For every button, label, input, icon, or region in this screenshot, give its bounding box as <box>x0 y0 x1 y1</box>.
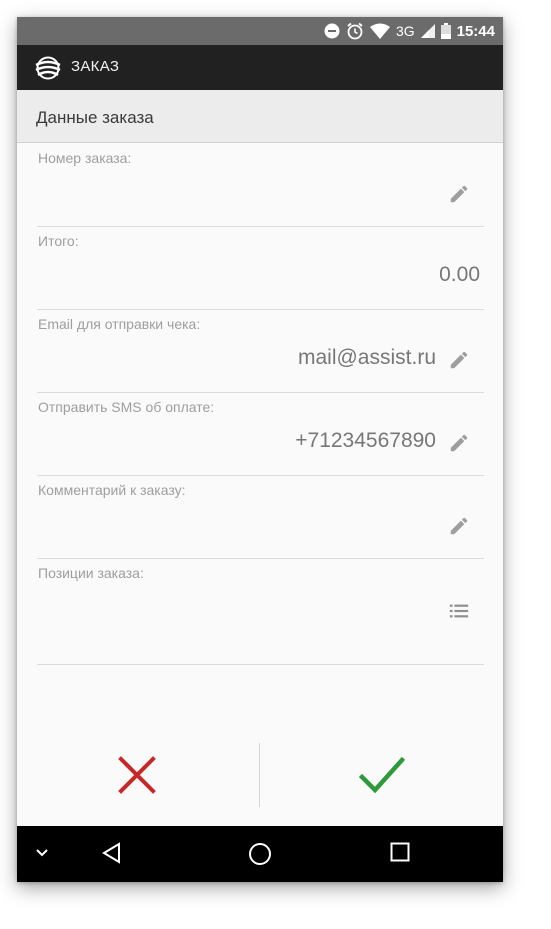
clock: 15:44 <box>456 22 495 40</box>
sms-field[interactable]: Отправить SMS об оплате: +71234567890 <box>37 392 484 476</box>
wifi-icon <box>369 23 390 39</box>
phone-screen: 3G 15:44 ЗАКАЗ Данные заказа Номер заказ… <box>17 17 503 882</box>
email-value: mail@assist.ru <box>297 346 436 369</box>
recents-icon[interactable] <box>390 842 410 862</box>
back-icon[interactable] <box>101 842 123 864</box>
chevron-down-icon[interactable] <box>35 848 49 858</box>
signal-icon <box>420 24 435 38</box>
order-number-label: Номер заказа: <box>38 150 132 166</box>
pencil-icon[interactable] <box>448 349 470 371</box>
home-icon[interactable] <box>248 842 272 866</box>
section-header: Данные заказа <box>17 90 503 143</box>
comment-label: Комментарий к заказу: <box>38 482 186 498</box>
order-number-field[interactable]: Номер заказа: <box>37 143 484 227</box>
status-bar: 3G 15:44 <box>17 17 503 45</box>
pencil-icon[interactable] <box>448 432 470 454</box>
do-not-disturb-icon <box>324 23 340 39</box>
app-title: ЗАКАЗ <box>71 58 120 75</box>
check-icon[interactable] <box>359 755 405 795</box>
action-bar <box>17 737 503 827</box>
email-field[interactable]: Email для отправки чека: mail@assist.ru <box>37 309 484 393</box>
assist-logo-icon <box>35 56 61 80</box>
section-title: Данные заказа <box>36 108 154 127</box>
action-divider <box>259 743 260 807</box>
close-icon[interactable] <box>117 755 157 795</box>
sms-label: Отправить SMS об оплате: <box>38 399 215 415</box>
navigation-bar <box>17 826 503 882</box>
alarm-icon <box>347 22 363 40</box>
comment-field[interactable]: Комментарий к заказу: <box>37 475 484 559</box>
pencil-icon[interactable] <box>448 515 470 537</box>
list-icon[interactable] <box>448 600 470 622</box>
order-items-label: Позиции заказа: <box>38 565 144 581</box>
battery-icon <box>440 23 451 39</box>
total-value: 0.00 <box>439 263 480 286</box>
total-field: Итого: 0.00 <box>37 226 484 310</box>
total-label: Итого: <box>38 233 79 249</box>
network-type: 3G <box>395 23 415 39</box>
order-items-field[interactable]: Позиции заказа: <box>37 558 484 665</box>
email-label: Email для отправки чека: <box>38 316 201 332</box>
sms-value: +71234567890 <box>295 429 436 452</box>
app-bar: ЗАКАЗ <box>17 45 503 90</box>
pencil-icon[interactable] <box>448 183 470 205</box>
